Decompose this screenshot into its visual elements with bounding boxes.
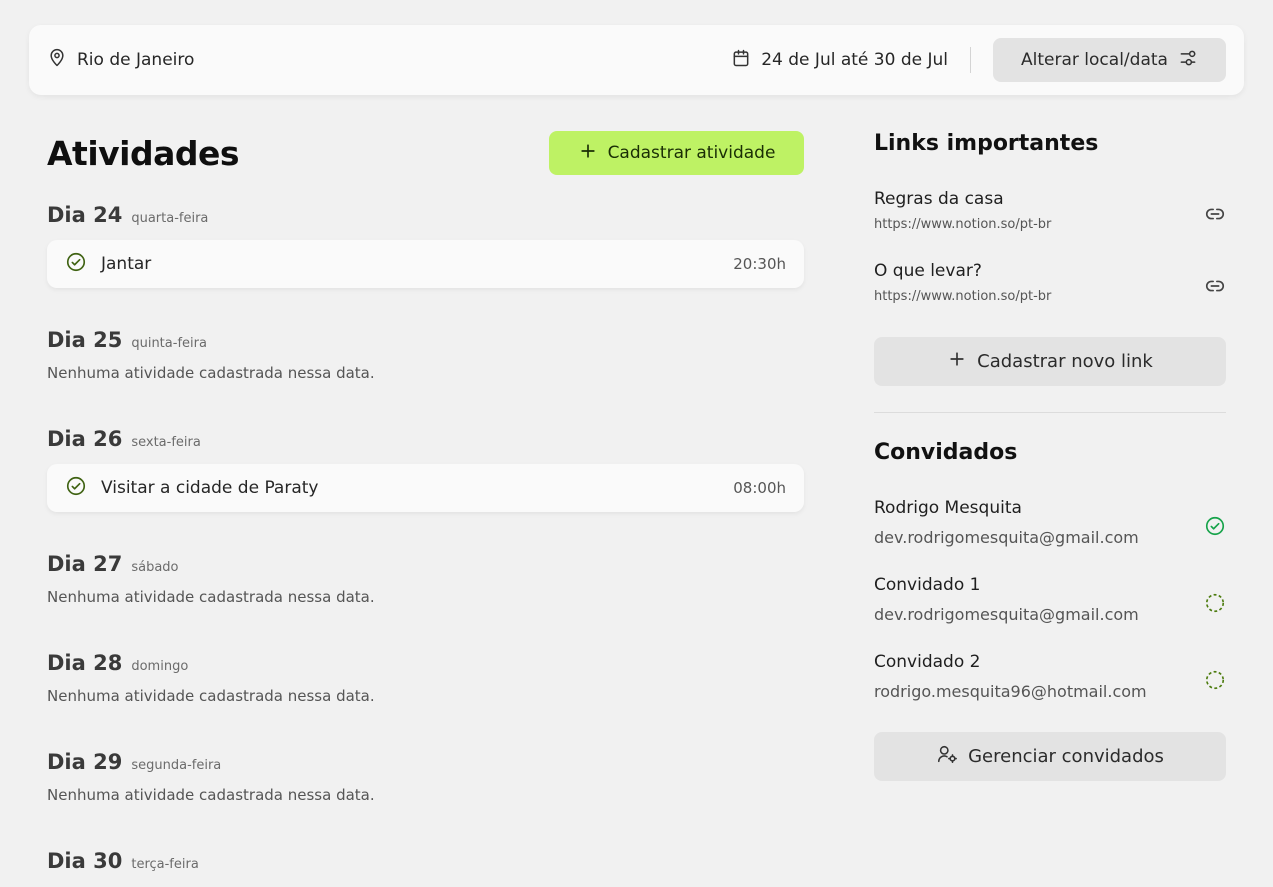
empty-message: Nenhuma atividade cadastrada nessa data. <box>47 588 375 606</box>
activities-section: Atividades Cadastrar atividade Dia 24 qu… <box>47 131 804 873</box>
day-number: Dia 27 <box>47 552 123 576</box>
empty-message: Nenhuma atividade cadastrada nessa data. <box>47 786 375 804</box>
day-number: Dia 28 <box>47 651 123 675</box>
day-group: Dia 26 sexta-feira Visitar a cidade de P… <box>47 427 804 512</box>
circle-dashed-icon <box>1204 669 1226 695</box>
link-title: O que levar? <box>874 261 982 281</box>
page-title: Atividades <box>47 133 240 173</box>
link-url[interactable]: https://www.notion.so/pt-br <box>874 217 1051 232</box>
add-link-label: Cadastrar novo link <box>977 351 1153 372</box>
guest-name: Convidado 1 <box>874 575 981 595</box>
header-divider <box>970 47 971 73</box>
activity-item[interactable]: Jantar 20:30h <box>47 240 804 288</box>
guest-item: Convidado 2 rodrigo.mesquita96@hotmail.c… <box>874 652 1226 712</box>
date-range-text: 24 de Jul até 30 de Jul <box>761 50 948 70</box>
empty-message: Nenhuma atividade cadastrada nessa data. <box>47 364 375 382</box>
day-weekday: segunda-feira <box>131 758 222 773</box>
day-group: Dia 24 quarta-feira Jantar 20:30h <box>47 203 804 288</box>
guest-item: Rodrigo Mesquita dev.rodrigomesquita@gma… <box>874 498 1226 558</box>
day-number: Dia 29 <box>47 750 123 774</box>
guest-name: Convidado 2 <box>874 652 981 672</box>
add-link-button[interactable]: Cadastrar novo link <box>874 337 1226 386</box>
day-weekday: sábado <box>131 560 179 575</box>
day-group: Dia 28 domingo Nenhuma atividade cadastr… <box>47 651 804 705</box>
map-pin-icon <box>47 48 67 73</box>
change-location-date-button[interactable]: Alterar local/data <box>993 38 1226 82</box>
plus-icon <box>578 141 598 166</box>
circle-dashed-icon <box>1204 592 1226 618</box>
day-group: Dia 30 terça-feira <box>47 849 804 873</box>
circle-check-icon <box>1204 515 1226 541</box>
destination-header: Rio de Janeiro 24 de Jul até 30 de Jul A… <box>29 25 1244 95</box>
link-icon[interactable] <box>1204 203 1226 229</box>
activity-time: 08:00h <box>733 479 786 497</box>
circle-check-icon <box>65 251 87 277</box>
link-title: Regras da casa <box>874 189 1004 209</box>
day-weekday: sexta-feira <box>131 435 201 450</box>
add-activity-button[interactable]: Cadastrar atividade <box>549 131 804 175</box>
links-title: Links importantes <box>874 131 1099 156</box>
day-number: Dia 24 <box>47 203 123 227</box>
guests-title: Convidados <box>874 440 1018 465</box>
add-activity-label: Cadastrar atividade <box>607 143 776 163</box>
day-weekday: terça-feira <box>131 857 199 872</box>
activity-name: Jantar <box>101 254 152 274</box>
change-location-date-label: Alterar local/data <box>1021 50 1168 70</box>
manage-guests-button[interactable]: Gerenciar convidados <box>874 732 1226 781</box>
day-group: Dia 25 quinta-feira Nenhuma atividade ca… <box>47 328 804 382</box>
link-icon[interactable] <box>1204 275 1226 301</box>
location: Rio de Janeiro <box>47 48 194 73</box>
empty-message: Nenhuma atividade cadastrada nessa data. <box>47 687 375 705</box>
day-number: Dia 26 <box>47 427 123 451</box>
link-url[interactable]: https://www.notion.so/pt-br <box>874 289 1051 304</box>
date-range: 24 de Jul até 30 de Jul <box>731 48 948 73</box>
activity-name: Visitar a cidade de Paraty <box>101 478 319 498</box>
day-number: Dia 25 <box>47 328 123 352</box>
guest-item: Convidado 1 dev.rodrigomesquita@gmail.co… <box>874 575 1226 635</box>
location-text: Rio de Janeiro <box>77 50 195 70</box>
guest-name: Rodrigo Mesquita <box>874 498 1022 518</box>
day-group: Dia 29 segunda-feira Nenhuma atividade c… <box>47 750 804 804</box>
guest-email: dev.rodrigomesquita@gmail.com <box>874 605 1139 624</box>
user-cog-icon <box>936 743 958 770</box>
guest-email: dev.rodrigomesquita@gmail.com <box>874 528 1139 547</box>
manage-guests-label: Gerenciar convidados <box>968 746 1164 767</box>
day-group: Dia 27 sábado Nenhuma atividade cadastra… <box>47 552 804 606</box>
plus-icon <box>947 349 967 374</box>
activity-item[interactable]: Visitar a cidade de Paraty 08:00h <box>47 464 804 512</box>
link-item: Regras da casa https://www.notion.so/pt-… <box>874 189 1226 241</box>
circle-check-icon <box>65 475 87 501</box>
calendar-icon <box>731 48 751 73</box>
sliders-icon <box>1178 48 1198 73</box>
day-weekday: quarta-feira <box>131 211 209 226</box>
day-weekday: domingo <box>131 659 189 674</box>
day-weekday: quinta-feira <box>131 336 207 351</box>
section-divider <box>874 412 1226 413</box>
link-item: O que levar? https://www.notion.so/pt-br <box>874 261 1226 313</box>
guest-email: rodrigo.mesquita96@hotmail.com <box>874 682 1147 701</box>
day-number: Dia 30 <box>47 849 123 873</box>
activity-time: 20:30h <box>733 255 786 273</box>
